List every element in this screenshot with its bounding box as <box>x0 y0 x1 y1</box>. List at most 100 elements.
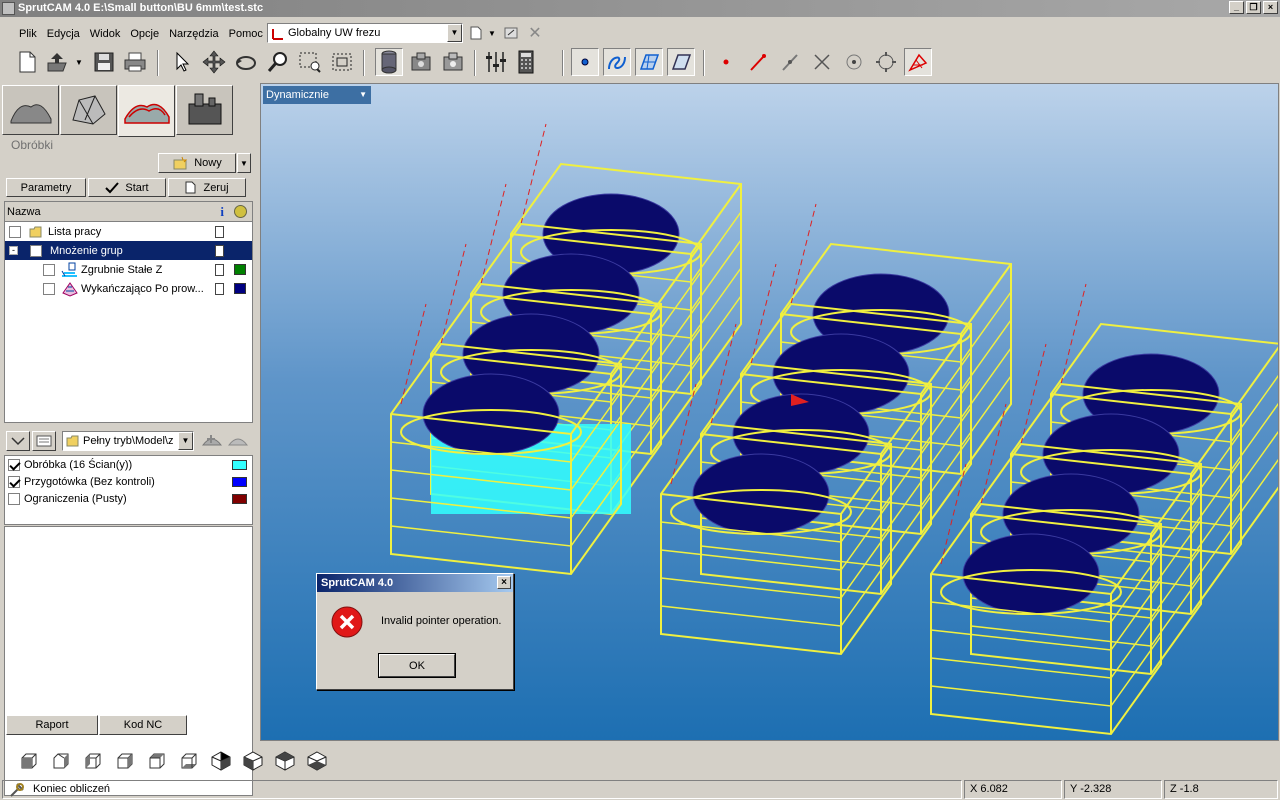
menu-edit[interactable]: Edycja <box>42 28 85 40</box>
layer-color-swatch[interactable] <box>232 476 247 487</box>
line-snap-icon[interactable] <box>744 48 772 76</box>
surface-mode-icon[interactable] <box>635 48 663 76</box>
stock-view-icon[interactable] <box>375 48 403 76</box>
intersection-icon[interactable] <box>808 48 836 76</box>
machine-view-icon[interactable] <box>407 48 435 76</box>
roughing-checkbox[interactable] <box>43 263 55 276</box>
solid-mode-icon[interactable] <box>667 48 695 76</box>
minimize-button[interactable]: _ <box>1229 1 1244 14</box>
view-iso-2-icon[interactable] <box>240 749 266 773</box>
view-front-icon[interactable] <box>16 749 42 773</box>
display-mode-value: Pełny tryb\Model\z <box>83 435 174 447</box>
tab-technology[interactable] <box>60 85 117 135</box>
tree-row-roughing[interactable]: Zgrubnie Stałe Z <box>5 260 252 279</box>
calculator-icon[interactable] <box>512 48 540 76</box>
curve-mode-icon[interactable] <box>603 48 631 76</box>
operation-color-swatch[interactable] <box>234 264 246 275</box>
info-icon[interactable]: i <box>220 204 224 220</box>
menu-options[interactable]: Opcje <box>125 28 164 40</box>
view-bottom-icon[interactable] <box>176 749 202 773</box>
view-top-icon[interactable] <box>144 749 170 773</box>
zoom-fit-icon[interactable] <box>328 48 356 76</box>
start-button[interactable]: Start <box>88 178 166 197</box>
collapse-icon[interactable]: - <box>9 246 18 255</box>
point-snap-icon[interactable] <box>712 48 740 76</box>
tree-row-group[interactable]: - Mnożenie grup <box>5 241 252 260</box>
quadrant-icon[interactable] <box>872 48 900 76</box>
tree-row-finishing[interactable]: Wykańczająco Po prow... <box>5 279 252 298</box>
reset-label: Zeruj <box>203 181 229 194</box>
delete-coord-icon[interactable]: ✕ <box>526 23 544 43</box>
layer-stock-checkbox[interactable] <box>8 475 20 488</box>
open-file-icon[interactable] <box>44 48 72 76</box>
tree-row-worklist[interactable]: Lista pracy <box>5 222 252 241</box>
tab-simulation[interactable] <box>176 85 233 135</box>
new-operation-button[interactable]: Nowy <box>158 153 236 173</box>
layer-row-stock[interactable]: Przygotówka (Bez kontroli) <box>5 473 252 490</box>
new-operation-dropdown[interactable]: ▼ <box>237 153 251 173</box>
tab-operations[interactable] <box>118 85 175 137</box>
window-title: SprutCAM 4.0 E:\Small button\BU 6mm\test… <box>18 2 264 14</box>
coord-system-combo[interactable]: Globalny UW frezu ▼ <box>267 23 463 43</box>
line-tool-icon[interactable] <box>776 48 804 76</box>
display-mode-combo[interactable]: Pełny tryb\Model\z ▼ <box>62 431 194 451</box>
layer-color-swatch[interactable] <box>232 493 247 504</box>
parameters-button[interactable]: Parametry <box>6 178 86 197</box>
grid-snap-icon[interactable] <box>904 48 932 76</box>
layer-row-part[interactable]: Obróbka (16 Ścian(y)) <box>5 456 252 473</box>
tree-row-label: Zgrubnie Stałe Z <box>81 263 163 276</box>
column-name: Nazwa <box>7 205 41 218</box>
coord-dropdown-icon[interactable]: ▼ <box>486 23 498 43</box>
print-icon[interactable] <box>121 48 149 76</box>
reset-button[interactable]: Zeruj <box>168 178 246 197</box>
view-back-icon[interactable] <box>48 749 74 773</box>
view-mode-dropdown[interactable]: Dynamicznie ▼ <box>263 86 371 104</box>
edit-coord-icon[interactable] <box>502 23 520 43</box>
menu-view[interactable]: Widok <box>85 28 126 40</box>
ok-button[interactable]: OK <box>378 653 456 678</box>
tab-model[interactable] <box>2 85 59 135</box>
zoom-window-icon[interactable] <box>296 48 324 76</box>
collapse-panel-button[interactable] <box>6 431 30 451</box>
menu-help[interactable]: Pomoc <box>224 28 268 40</box>
finishing-checkbox[interactable] <box>43 282 55 295</box>
dialog-close-button[interactable]: × <box>497 576 511 589</box>
machine-view-2-icon[interactable] <box>439 48 467 76</box>
view-iso-1-icon[interactable] <box>208 749 234 773</box>
operation-color-swatch[interactable] <box>234 283 246 294</box>
menu-tools[interactable]: Narzędzia <box>164 28 224 40</box>
remove-layer-icon[interactable] <box>226 430 250 452</box>
save-icon[interactable] <box>90 48 118 76</box>
new-file-icon[interactable] <box>13 48 41 76</box>
group-checkbox[interactable] <box>30 244 42 257</box>
layer-part-checkbox[interactable] <box>8 458 20 471</box>
add-layer-icon[interactable] <box>200 430 224 452</box>
zoom-icon[interactable] <box>264 48 292 76</box>
layer-color-swatch[interactable] <box>232 459 247 470</box>
refresh-icon[interactable] <box>234 205 247 218</box>
nc-code-button[interactable]: Kod NC <box>99 715 187 735</box>
view-iso-4-icon[interactable] <box>304 749 330 773</box>
view-right-icon[interactable] <box>112 749 138 773</box>
maximize-button[interactable]: ❐ <box>1246 1 1261 14</box>
layer-row-limits[interactable]: Ograniczenia (Pusty) <box>5 490 252 507</box>
parameters-icon[interactable] <box>482 48 510 76</box>
list-view-button[interactable] <box>32 431 56 451</box>
x-coordinate: X 6.082 <box>964 780 1062 799</box>
view-left-icon[interactable] <box>80 749 106 773</box>
worklist-checkbox[interactable] <box>9 225 21 238</box>
pan-icon[interactable] <box>200 48 228 76</box>
point-mode-icon[interactable] <box>571 48 599 76</box>
select-arrow-icon[interactable] <box>168 48 196 76</box>
menu-file[interactable]: Plik <box>14 28 42 40</box>
open-dropdown-icon[interactable]: ▼ <box>72 48 86 76</box>
center-point-icon[interactable] <box>840 48 868 76</box>
close-button[interactable]: × <box>1263 1 1278 14</box>
view-iso-3-icon[interactable] <box>272 749 298 773</box>
rotate-icon[interactable] <box>232 48 260 76</box>
rapid-move <box>790 203 817 305</box>
new-coord-icon[interactable] <box>468 23 484 43</box>
layer-limits-checkbox[interactable] <box>8 492 20 505</box>
report-button[interactable]: Raport <box>6 715 98 735</box>
folder-icon <box>29 226 42 237</box>
